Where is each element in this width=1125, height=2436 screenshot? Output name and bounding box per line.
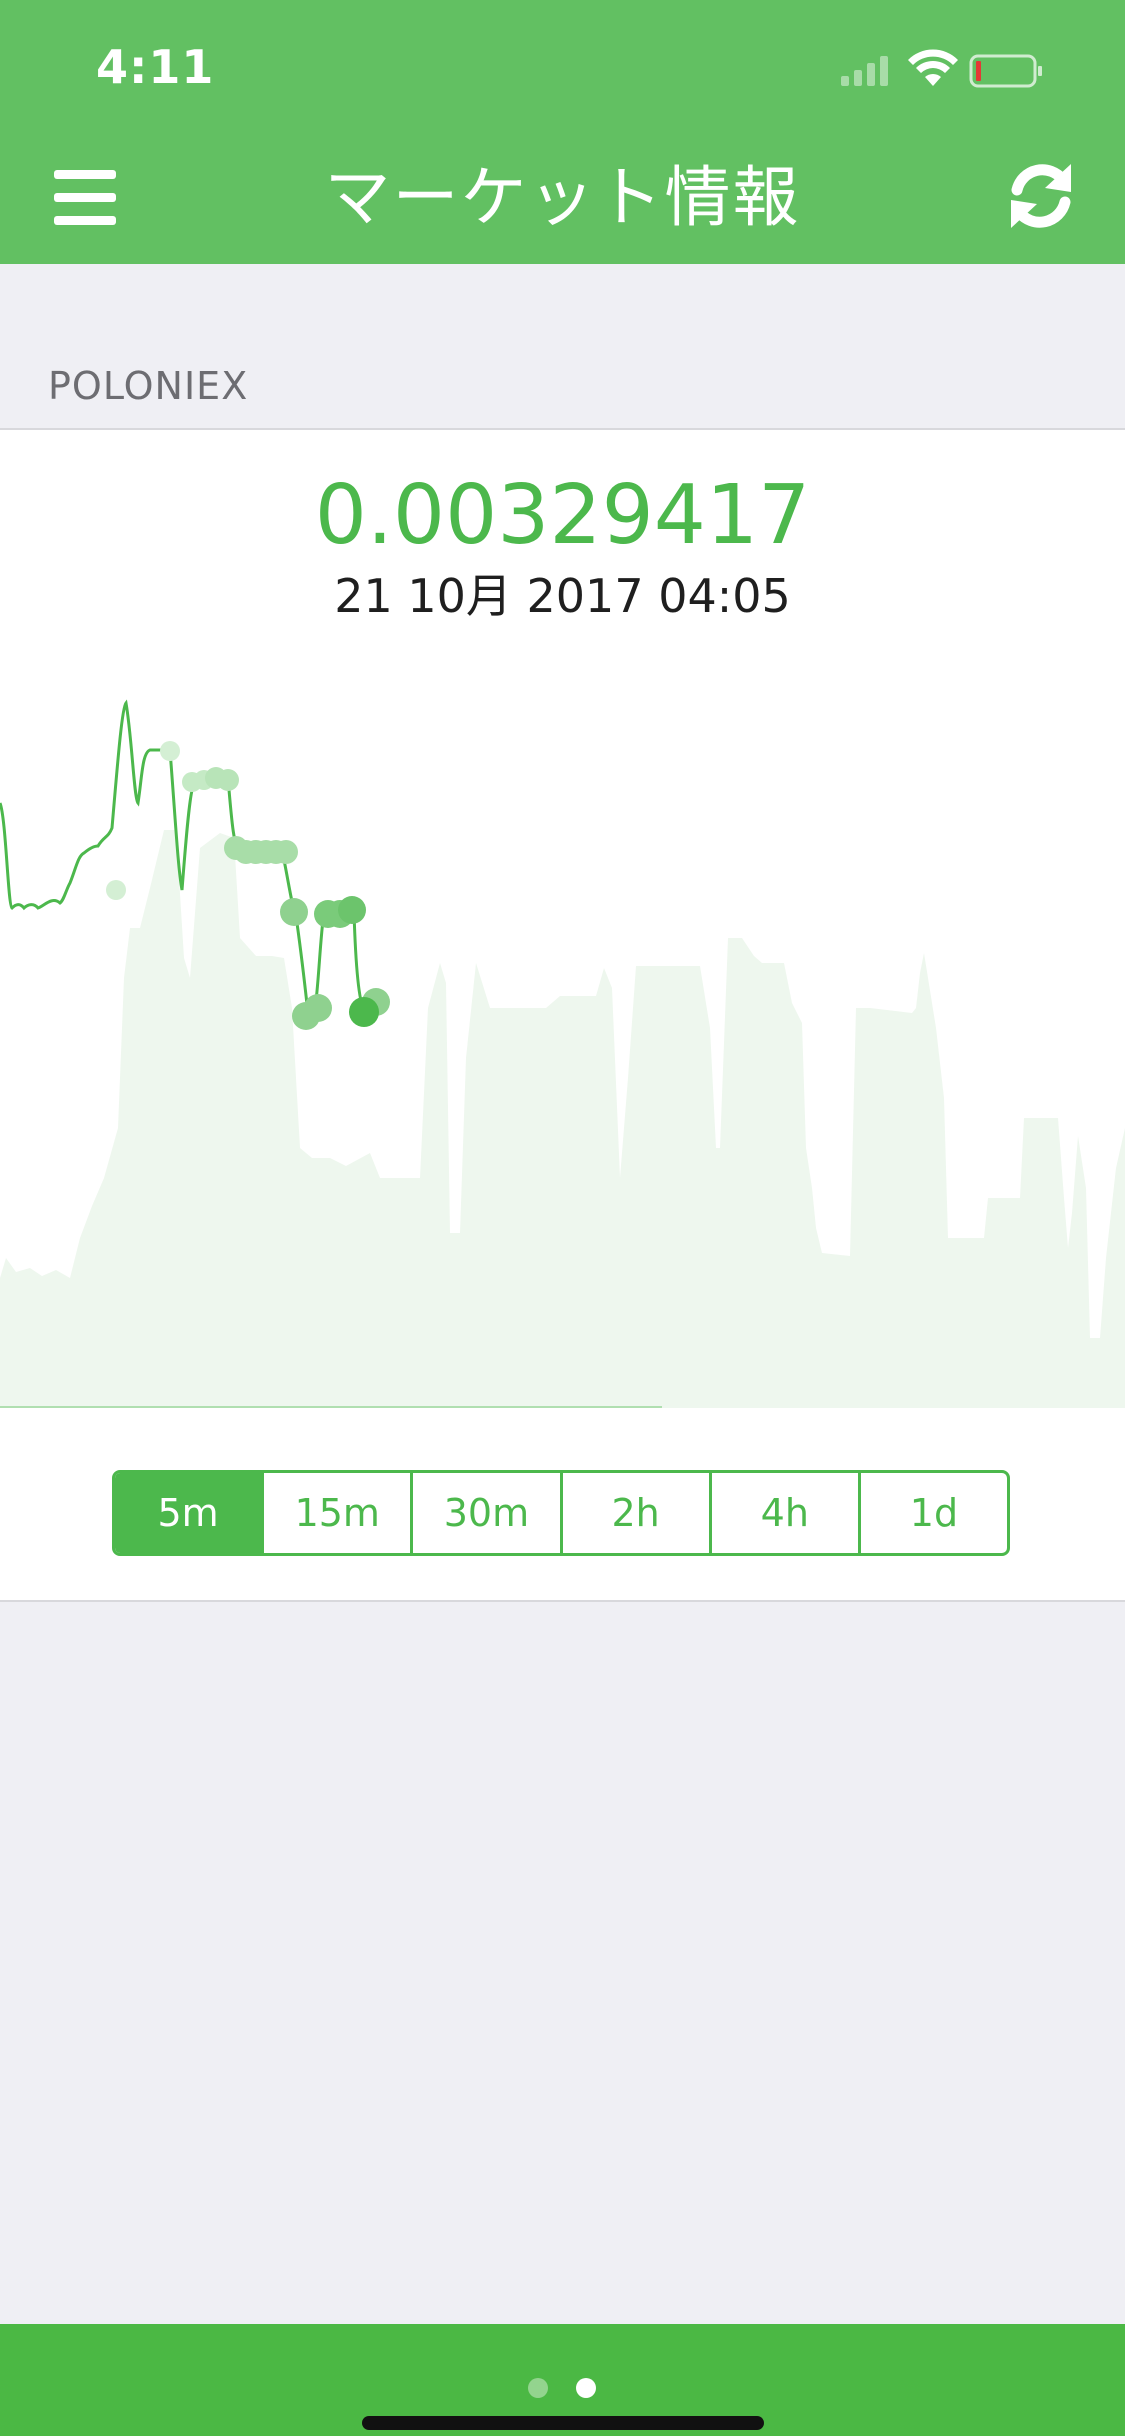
exchange-section-label: POLONIEX xyxy=(48,364,249,408)
home-indicator[interactable] xyxy=(362,2416,764,2430)
price-value: 0.00329417 xyxy=(314,468,811,563)
page-indicator-dot-1[interactable] xyxy=(528,2378,548,2398)
market-card: 0.00329417 21 10月 2017 04:05 5m 15m 30m … xyxy=(0,428,1125,1602)
battery-icon xyxy=(969,54,1042,88)
cellular-signal-icon xyxy=(841,56,888,86)
wifi-icon xyxy=(908,49,958,86)
interval-1d-button[interactable]: 1d xyxy=(857,1473,1007,1553)
price-chart[interactable] xyxy=(0,678,1125,1408)
chart-area-fill xyxy=(0,830,1125,1408)
price-date: 21 10月 2017 04:05 xyxy=(334,569,791,623)
bottom-bar xyxy=(0,2324,1125,2436)
page-indicator-dot-2[interactable] xyxy=(576,2378,596,2398)
interval-15m-button[interactable]: 15m xyxy=(261,1473,410,1553)
interval-30m-button[interactable]: 30m xyxy=(410,1473,559,1553)
interval-2h-button[interactable]: 2h xyxy=(559,1473,709,1553)
interval-selector: 5m 15m 30m 2h 4h 1d xyxy=(112,1470,1010,1556)
interval-5m-button[interactable]: 5m xyxy=(115,1473,262,1553)
interval-4h-button[interactable]: 4h xyxy=(708,1473,858,1553)
refresh-icon[interactable] xyxy=(1007,160,1075,232)
status-time: 4:11 xyxy=(96,40,215,94)
page-title: マーケット情報 xyxy=(324,159,801,236)
navigation-header: 4:11 マーケット情報 xyxy=(0,0,1125,264)
status-icons xyxy=(841,49,1042,88)
